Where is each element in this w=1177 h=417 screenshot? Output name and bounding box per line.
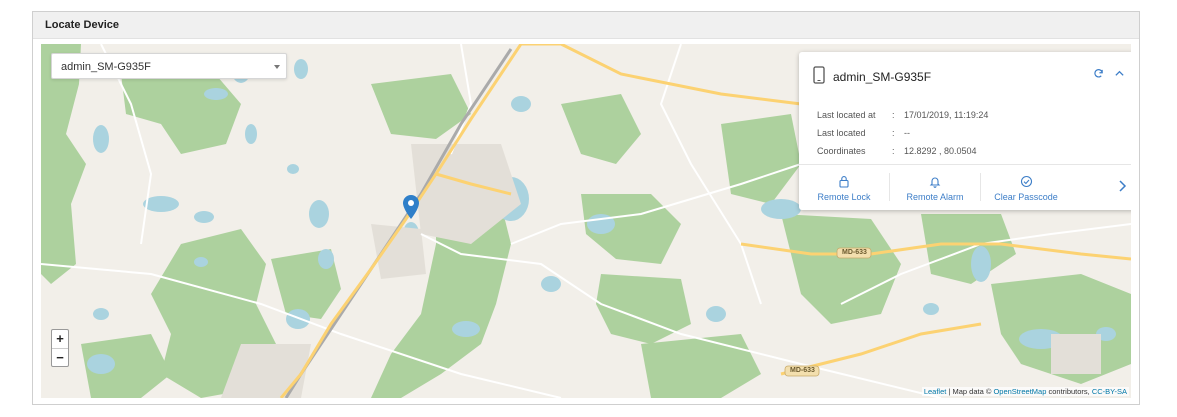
detail-separator: : — [892, 146, 895, 156]
zoom-in-button[interactable]: + — [52, 330, 68, 349]
license-link[interactable]: CC-BY-SA — [1092, 387, 1127, 396]
lock-icon — [799, 175, 889, 189]
panel-title: Locate Device — [33, 12, 1139, 39]
remote-actions: Remote Lock Remote Alarm Clear Passcode — [799, 165, 1131, 210]
clear-passcode-button[interactable]: Clear Passcode — [981, 165, 1071, 210]
road-label: MD-633 — [842, 249, 867, 256]
detail-separator: : — [892, 110, 895, 120]
detail-separator: : — [892, 128, 895, 138]
map-attribution: Leaflet | Map data © OpenStreetMap contr… — [921, 387, 1129, 396]
detail-row: Coordinates : 12.8292 , 80.0504 — [817, 146, 988, 164]
device-select-value: admin_SM-G935F — [61, 61, 151, 73]
map-view[interactable]: MD-633 MD-633 admin_SM-G935F + − Leaflet… — [41, 44, 1131, 398]
device-details: Last located at : 17/01/2019, 11:19:24 L… — [817, 110, 988, 164]
detail-label: Coordinates — [817, 146, 866, 156]
phone-icon — [813, 65, 825, 89]
locate-device-panel: Locate Device MD-633 MD-633 admin_SM-G93… — [32, 11, 1140, 405]
device-info-card: admin_SM-G935F Last located at: 17/01/2… — [799, 52, 1131, 210]
road-label: MD-633 — [790, 367, 815, 374]
remote-lock-label: Remote Lock — [817, 192, 871, 202]
device-select[interactable]: admin_SM-G935F — [51, 53, 287, 79]
refresh-icon[interactable] — [1093, 66, 1104, 84]
detail-value: 12.8292 , 80.0504 — [904, 146, 977, 156]
detail-row: Last located : -- — [817, 128, 988, 146]
remote-alarm-button[interactable]: Remote Alarm — [890, 165, 980, 210]
detail-label: Last located — [817, 128, 866, 138]
card-header: admin_SM-G935F — [813, 65, 932, 89]
dropdown-caret-icon — [274, 65, 280, 69]
chevron-right-icon[interactable] — [1117, 179, 1127, 198]
remote-lock-button[interactable]: Remote Lock — [799, 165, 889, 210]
chevron-up-icon[interactable] — [1114, 66, 1125, 84]
check-circle-icon — [981, 175, 1071, 189]
clear-passcode-label: Clear Passcode — [994, 192, 1058, 202]
card-actions — [1093, 66, 1125, 84]
detail-value: -- — [904, 128, 910, 138]
zoom-control: + − — [51, 329, 69, 367]
attribution-text: | Map data © — [946, 387, 994, 396]
map-marker-icon[interactable] — [403, 195, 419, 224]
remote-alarm-label: Remote Alarm — [906, 192, 964, 202]
attribution-text: contributors, — [1046, 387, 1092, 396]
detail-label: Last located at — [817, 110, 876, 120]
leaflet-link[interactable]: Leaflet — [924, 387, 947, 396]
detail-row: Last located at : 17/01/2019, 11:19:24 — [817, 110, 988, 128]
bell-icon — [890, 175, 980, 189]
zoom-out-button[interactable]: − — [52, 349, 68, 367]
detail-value: 17/01/2019, 11:19:24 — [904, 110, 989, 120]
openstreetmap-link[interactable]: OpenStreetMap — [993, 387, 1046, 396]
device-name: admin_SM-G935F — [833, 70, 932, 84]
